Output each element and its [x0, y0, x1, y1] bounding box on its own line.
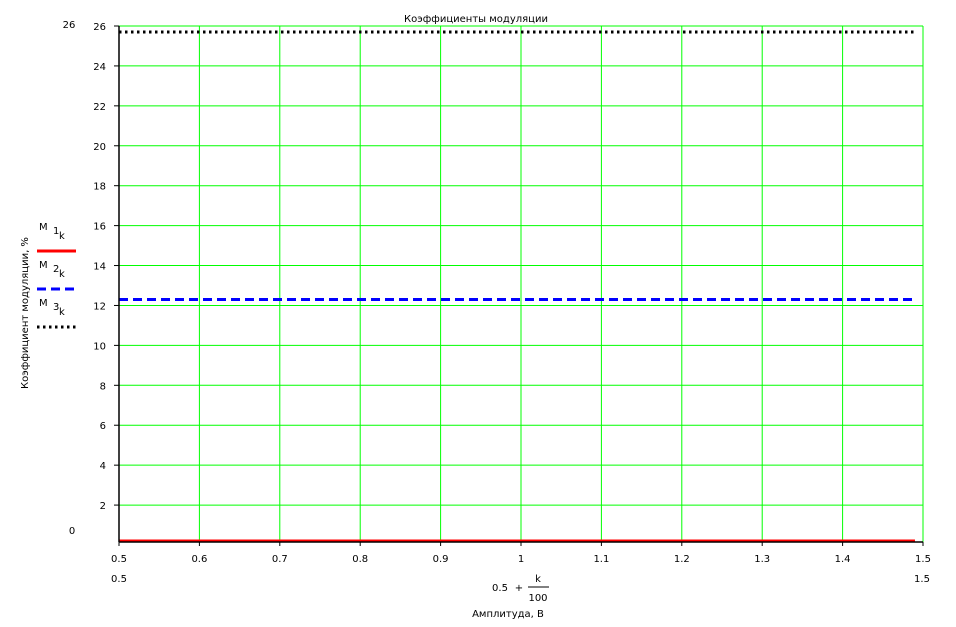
y-tick-label: 10: [93, 341, 106, 352]
legend: M 1 kM 2 kM 3 k: [37, 222, 76, 329]
svg-text:+: +: [515, 583, 523, 594]
y-tick-label: 16: [93, 222, 106, 233]
y-tick-label: 18: [93, 182, 106, 193]
x-tick-label: 0.9: [433, 554, 449, 565]
x-tick-label: 0.5: [111, 554, 127, 565]
y-tick-label: 12: [93, 301, 106, 312]
legend-subscript-k: k: [59, 269, 65, 280]
svg-text:100: 100: [528, 593, 547, 604]
chart: 0.5 0.6 0.7 0.8 0.9 1 1.1 1.2 1.3 1.4 1.5246810121…: [20, 14, 931, 620]
y-tick-label: 24: [93, 62, 106, 73]
y-tick-label: 8: [100, 381, 106, 392]
x-tick-label: 1.2: [674, 554, 690, 565]
x-tick-label: 0.7: [272, 554, 288, 565]
x-tick-label: 1: [518, 554, 524, 565]
y-max-label: 26: [63, 20, 76, 31]
x-tick-label: 1.3: [754, 554, 770, 565]
x-tick-label: 0.8: [352, 554, 368, 565]
y-min-label: 0: [69, 526, 75, 537]
svg-text:k: k: [535, 574, 541, 585]
y-tick-label: 20: [93, 142, 106, 153]
y-tick-label: 6: [100, 421, 106, 432]
y-tick-label: 26: [93, 22, 106, 33]
legend-subscript-k: k: [59, 231, 65, 242]
x-tick-label: 1.4: [835, 554, 851, 565]
x-axis-label: Амплитуда, В: [472, 609, 544, 620]
y-tick-label: 22: [93, 102, 106, 113]
x-tick-label: 0.6: [191, 554, 207, 565]
legend-label: M: [39, 222, 48, 233]
chart-title: Коэффициенты модуляции: [404, 14, 548, 25]
legend-subscript-k: k: [59, 307, 65, 318]
y-axis-label: Коэффициент модуляции, %: [20, 237, 31, 389]
y-tick-label: 14: [93, 262, 106, 273]
x-max-label: 1.5: [914, 574, 930, 585]
x-expression: 0.5 + k 100: [492, 574, 549, 604]
svg-text:0.5: 0.5: [492, 583, 508, 594]
y-tick-label: 4: [100, 461, 106, 472]
legend-label: M: [39, 298, 48, 309]
x-tick-label: 1.1: [593, 554, 609, 565]
y-tick-label: 2: [100, 501, 106, 512]
x-min-label: 0.5: [111, 574, 127, 585]
grid: [118, 25, 924, 542]
legend-label: M: [39, 260, 48, 271]
x-tick-label: 1.5: [915, 554, 931, 565]
axes: 0.5 0.6 0.7 0.8 0.9 1 1.1 1.2 1.3 1.4 1.5246810121…: [93, 22, 931, 565]
